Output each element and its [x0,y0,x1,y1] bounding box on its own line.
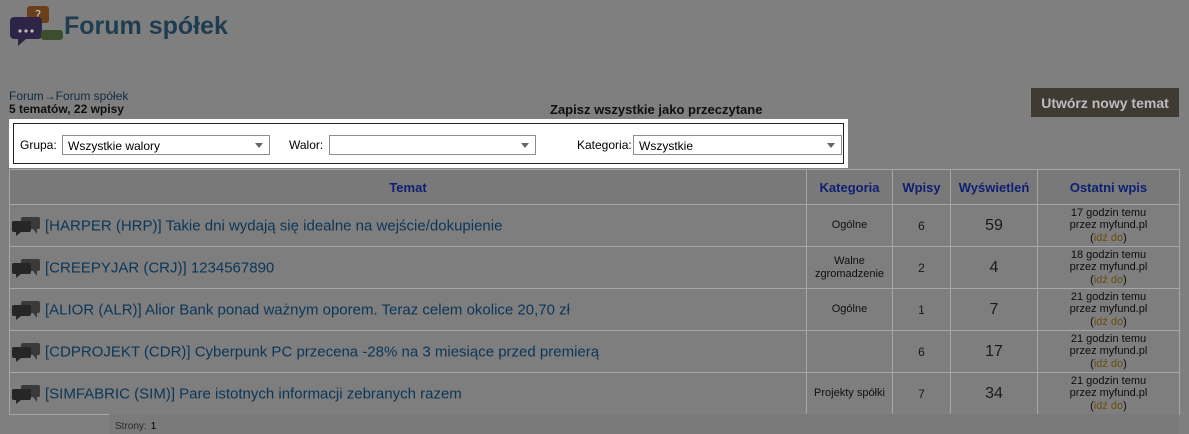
group-filter-select[interactable]: Wszystkie walory [62,135,270,155]
topic-chat-icon [11,216,41,236]
group-filter-value: Wszystkie walory [68,139,161,153]
filter-frame: Grupa: Wszystkie walory Walor: Kategoria… [13,123,844,164]
topic-stats: 5 tematów, 22 wpisy [9,102,124,116]
breadcrumb-current[interactable]: Forum spółek [56,89,129,103]
last-post-author: przez myfund.pl [1069,387,1148,400]
views-count: 34 [950,372,1038,415]
pagination-page-link[interactable]: 1 [151,421,157,432]
posts-count: 1 [892,288,951,331]
last-post-author: przez myfund.pl [1069,219,1148,232]
topic-chat-icon [11,342,41,362]
new-topic-button[interactable]: Utwórz nowy temat [1031,88,1179,117]
topic-link[interactable]: [SIMFABRIC (SIM)] Pare istotnych informa… [45,385,462,402]
views-count: 17 [950,330,1038,373]
last-post-cell: 18 godzin temu przez myfund.pl (idź do) [1037,246,1180,289]
category-cell [806,330,893,373]
last-post-time: 18 godzin temu [1070,248,1147,261]
posts-count: 6 [892,204,951,247]
column-header-views[interactable]: Wyświetleń [950,169,1038,205]
topic-cell: [CREEPYJAR (CRJ)] 1234567890 [9,246,807,289]
topic-cell: [ALIOR (ALR)] Alior Bank ponad ważnym op… [9,288,807,331]
goto-link[interactable]: idź do [1094,274,1123,286]
chevron-down-icon [521,143,529,148]
last-post-goto: (idź do) [1090,231,1127,244]
chevron-down-icon [255,143,263,148]
last-post-author: przez myfund.pl [1069,303,1148,316]
posts-count: 6 [892,330,951,373]
views-count: 4 [950,246,1038,289]
topic-chat-icon [11,258,41,278]
table-row: [HARPER (HRP)] Takie dni wydają się idea… [9,204,1180,247]
last-post-cell: 21 godzin temu przez myfund.pl (idź do) [1037,288,1180,331]
group-filter-label: Grupa: [20,138,57,152]
posts-count: 7 [892,372,951,415]
last-post-goto: (idź do) [1090,357,1127,370]
goto-link[interactable]: idź do [1094,358,1123,370]
last-post-goto: (idź do) [1090,315,1127,328]
breadcrumb-separator: → [43,89,56,103]
topic-cell: [HARPER (HRP)] Takie dni wydają się idea… [9,204,807,247]
topic-link[interactable]: [ALIOR (ALR)] Alior Bank ponad ważnym op… [45,301,570,318]
table-row: [SIMFABRIC (SIM)] Pare istotnych informa… [9,372,1180,415]
category-filter-select[interactable]: Wszystkie [633,135,842,155]
pagination-label: Strony: [115,421,147,432]
chat-bubbles-question-icon: ? [10,6,63,46]
topics-table: Temat Kategoria Wpisy Wyświetleń Ostatni… [9,169,1180,415]
breadcrumb-root-link[interactable]: Forum [9,89,44,103]
filter-panel: Grupa: Wszystkie walory Walor: Kategoria… [9,119,848,168]
views-count: 7 [950,288,1038,331]
chevron-down-icon [827,143,835,148]
category-filter-label: Kategoria: [577,138,632,152]
last-post-author: przez myfund.pl [1069,345,1148,358]
last-post-time: 21 godzin temu [1070,290,1147,303]
topic-cell: [CDPROJEKT (CDR)] Cyberpunk PC przecena … [9,330,807,373]
breadcrumb: Forum→Forum spółek [9,89,128,103]
asset-filter-select[interactable] [329,135,536,155]
category-cell: Walne zgromadzenie [806,246,893,289]
topic-link[interactable]: [CDPROJEKT (CDR)] Cyberpunk PC przecena … [45,343,599,360]
category-cell: Projekty spółki [806,372,893,415]
page-title: Forum spółek [64,12,228,40]
topic-chat-icon [11,384,41,404]
mark-all-read-link[interactable]: Zapisz wszystkie jako przeczytane [550,102,762,117]
asset-filter-label: Walor: [289,138,324,152]
goto-link[interactable]: idź do [1094,232,1123,244]
last-post-time: 21 godzin temu [1070,374,1147,387]
topic-cell: [SIMFABRIC (SIM)] Pare istotnych informa… [9,372,807,415]
topic-chat-icon [11,300,41,320]
column-header-category[interactable]: Kategoria [806,169,893,205]
last-post-goto: (idź do) [1090,273,1127,286]
category-cell: Ogólne [806,288,893,331]
last-post-cell: 21 godzin temu przez myfund.pl (idź do) [1037,372,1180,415]
last-post-time: 21 godzin temu [1070,332,1147,345]
last-post-cell: 21 godzin temu przez myfund.pl (idź do) [1037,330,1180,373]
table-row: [CDPROJEKT (CDR)] Cyberpunk PC przecena … [9,330,1180,373]
last-post-time: 17 godzin temu [1070,206,1147,219]
last-post-goto: (idź do) [1090,399,1127,412]
topic-link[interactable]: [CREEPYJAR (CRJ)] 1234567890 [45,259,274,276]
category-cell: Ogólne [806,204,893,247]
table-row: [CREEPYJAR (CRJ)] 1234567890 Walne zgroma… [9,246,1180,289]
last-post-author: przez myfund.pl [1069,261,1148,274]
last-post-cell: 17 godzin temu przez myfund.pl (idź do) [1037,204,1180,247]
column-header-last-post[interactable]: Ostatni wpis [1037,169,1180,205]
table-header-row: Temat Kategoria Wpisy Wyświetleń Ostatni… [9,169,1180,205]
column-header-topic[interactable]: Temat [9,169,807,205]
category-filter-value: Wszystkie [639,139,693,153]
column-header-posts[interactable]: Wpisy [892,169,951,205]
table-row: [ALIOR (ALR)] Alior Bank ponad ważnym op… [9,288,1180,331]
posts-count: 2 [892,246,951,289]
views-count: 59 [950,204,1038,247]
goto-link[interactable]: idź do [1094,316,1123,328]
pagination: Strony: 1 [109,414,1179,434]
topic-link[interactable]: [HARPER (HRP)] Takie dni wydają się idea… [45,217,502,234]
goto-link[interactable]: idź do [1094,400,1123,412]
